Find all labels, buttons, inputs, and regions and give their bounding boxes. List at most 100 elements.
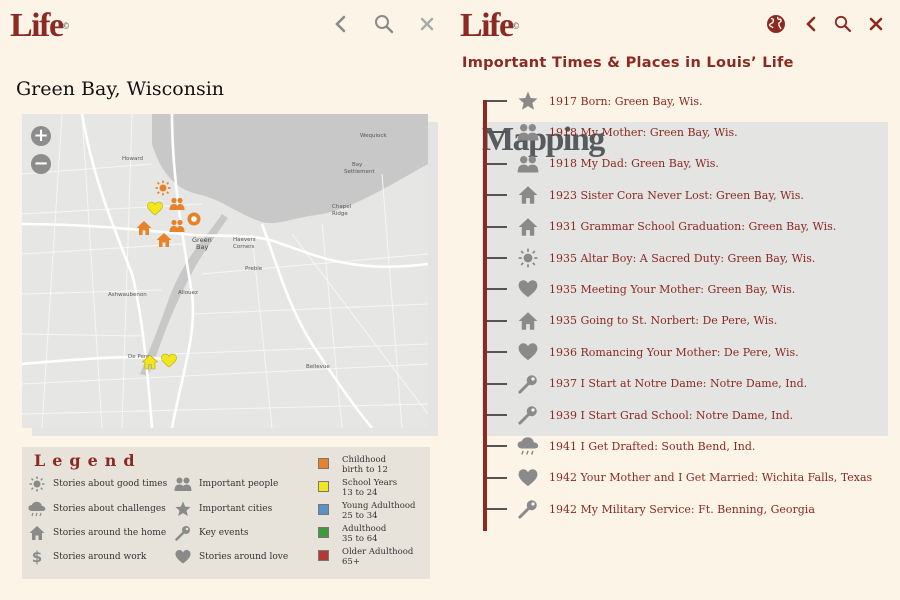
marker-heart-icon[interactable] bbox=[147, 201, 163, 217]
key-icon bbox=[517, 373, 539, 395]
map-label: Corners bbox=[233, 244, 255, 250]
logo: LifeMapping© bbox=[10, 8, 438, 436]
close-button[interactable] bbox=[415, 12, 439, 36]
timeline-item[interactable]: 1918 My Mother: Green Bay, Wis. bbox=[487, 120, 738, 144]
timeline-item[interactable]: 1941 I Get Drafted: South Bend, Ind. bbox=[487, 434, 755, 458]
heart-icon bbox=[517, 467, 539, 489]
timeline-item-label: 1942 Your Mother and I Get Married: Wich… bbox=[549, 471, 873, 485]
timeline-item-label: 1935 Going to St. Norbert: De Pere, Wis. bbox=[549, 314, 778, 328]
timeline-tick bbox=[487, 414, 507, 416]
map-view[interactable]: + − Howard Green Bay Haevers Corners Pre… bbox=[22, 114, 428, 428]
zoom-out-button[interactable]: − bbox=[31, 154, 51, 174]
map-label: Haevers bbox=[233, 237, 256, 243]
key-icon bbox=[517, 498, 539, 520]
timeline-item-label: 1935 Altar Boy: A Sacred Duty: Green Bay… bbox=[549, 251, 816, 265]
timeline-item[interactable]: 1918 My Dad: Green Bay, Wis. bbox=[487, 152, 719, 176]
house-icon bbox=[517, 184, 539, 206]
map-label: Ashwaubenon bbox=[108, 292, 147, 298]
people-icon bbox=[517, 153, 539, 175]
timeline-item[interactable]: 1935 Going to St. Norbert: De Pere, Wis. bbox=[487, 309, 777, 333]
timeline-tick bbox=[487, 288, 507, 291]
heart-icon bbox=[517, 341, 539, 363]
map-legend: Legend Stories about good times Stories … bbox=[22, 447, 430, 579]
search-icon bbox=[834, 15, 852, 33]
marker-sun-icon[interactable] bbox=[155, 180, 171, 196]
timeline-tick bbox=[487, 257, 507, 259]
timeline-tick bbox=[487, 194, 507, 197]
timeline-item[interactable]: 1935 Altar Boy: A Sacred Duty: Green Bay… bbox=[487, 246, 815, 270]
dollar-icon: $ bbox=[31, 548, 43, 566]
legend-item: Important people bbox=[174, 476, 278, 492]
legend-item: $ Stories around work bbox=[28, 548, 147, 566]
age-swatch-young-adulthood bbox=[318, 504, 329, 515]
timeline-item-label: 1935 Meeting Your Mother: Green Bay, Wis… bbox=[549, 282, 796, 296]
timeline-tick bbox=[487, 476, 507, 479]
map-label: Bellevue bbox=[306, 364, 330, 370]
age-label: School Years 13 to 24 bbox=[342, 478, 398, 498]
chevron-left-icon bbox=[806, 16, 816, 32]
map-label: Ridge bbox=[332, 211, 348, 217]
timeline-item[interactable]: 1936 Romancing Your Mother: De Pere, Wis… bbox=[487, 340, 799, 364]
timeline-item[interactable]: 1942 Your Mother and I Get Married: Wich… bbox=[487, 466, 872, 490]
timeline-tick bbox=[487, 162, 507, 165]
close-button[interactable] bbox=[864, 12, 888, 36]
timeline-item-label: 1918 My Dad: Green Bay, Wis. bbox=[549, 157, 719, 171]
timeline-item-label: 1931 Grammar School Graduation: Green Ba… bbox=[549, 220, 837, 234]
zoom-in-button[interactable]: + bbox=[31, 126, 51, 146]
logo: LifeMapping© bbox=[460, 8, 888, 436]
marker-house-icon[interactable] bbox=[142, 354, 158, 370]
map-label: Settlement bbox=[344, 169, 375, 175]
legend-item: Important cities bbox=[174, 501, 272, 517]
key-icon bbox=[174, 525, 192, 541]
globe-icon bbox=[767, 15, 785, 33]
timeline-tick bbox=[487, 445, 507, 448]
cloud-rain-icon bbox=[28, 501, 46, 517]
search-button[interactable] bbox=[831, 12, 855, 36]
age-swatch-childhood bbox=[318, 458, 329, 469]
place-title: Green Bay, Wisconsin bbox=[16, 78, 225, 100]
map-view-button[interactable] bbox=[764, 12, 788, 36]
people-icon bbox=[174, 476, 192, 492]
marker-people-icon[interactable] bbox=[169, 196, 185, 212]
search-icon bbox=[375, 15, 394, 34]
sun-icon bbox=[517, 247, 539, 269]
map-label: Wequiock bbox=[360, 133, 387, 139]
marker-key-event-icon[interactable] bbox=[186, 211, 202, 227]
timeline-item-label: 1923 Sister Cora Never Lost: Green Bay, … bbox=[549, 188, 804, 202]
timeline-tick bbox=[487, 131, 507, 134]
timeline-tick bbox=[487, 382, 507, 385]
back-button[interactable] bbox=[328, 12, 352, 36]
timeline-item[interactable]: 1939 I Start Grad School: Notre Dame, In… bbox=[487, 403, 793, 427]
timeline-item[interactable]: 1937 I Start at Notre Dame: Notre Dame, … bbox=[487, 372, 807, 396]
sun-icon bbox=[28, 476, 46, 492]
marker-heart-icon[interactable] bbox=[161, 353, 177, 369]
star-icon bbox=[174, 501, 192, 517]
timeline-item-label: 1936 Romancing Your Mother: De Pere, Wis… bbox=[549, 345, 799, 359]
timeline-heading: Important Times & Places in Louis’ Life bbox=[462, 55, 794, 71]
chevron-left-icon bbox=[335, 15, 346, 33]
timeline-item-label: 1917 Born: Green Bay, Wis. bbox=[549, 94, 703, 108]
legend-item: Stories about good times bbox=[28, 476, 167, 492]
timeline-panel: Life Mapping © Important Times & Places in… bbox=[450, 0, 900, 600]
timeline-tick bbox=[487, 225, 507, 228]
marker-house-icon[interactable] bbox=[156, 232, 172, 248]
marker-house-icon[interactable] bbox=[136, 220, 152, 236]
legend-item: Stories around love bbox=[174, 549, 288, 565]
age-swatch-school-years bbox=[318, 481, 329, 492]
timeline-item[interactable]: 1942 My Military Service: Ft. Benning, G… bbox=[487, 497, 815, 521]
timeline-item[interactable]: 1923 Sister Cora Never Lost: Green Bay, … bbox=[487, 183, 804, 207]
legend-item: Stories around the home bbox=[28, 525, 166, 541]
search-button[interactable] bbox=[372, 12, 396, 36]
timeline-item[interactable]: 1931 Grammar School Graduation: Green Ba… bbox=[487, 215, 836, 239]
people-icon bbox=[517, 121, 539, 143]
timeline-item-label: 1941 I Get Drafted: South Bend, Ind. bbox=[549, 439, 756, 453]
timeline-tick bbox=[487, 351, 507, 354]
timeline-item[interactable]: 1917 Born: Green Bay, Wis. bbox=[487, 89, 703, 113]
timeline-tick bbox=[487, 100, 507, 102]
back-button[interactable] bbox=[799, 12, 823, 36]
timeline-tick bbox=[487, 319, 507, 322]
timeline-item[interactable]: 1935 Meeting Your Mother: Green Bay, Wis… bbox=[487, 277, 795, 301]
heart-icon bbox=[517, 278, 539, 300]
star-icon bbox=[517, 90, 539, 112]
map-label: Allouez bbox=[178, 290, 198, 296]
